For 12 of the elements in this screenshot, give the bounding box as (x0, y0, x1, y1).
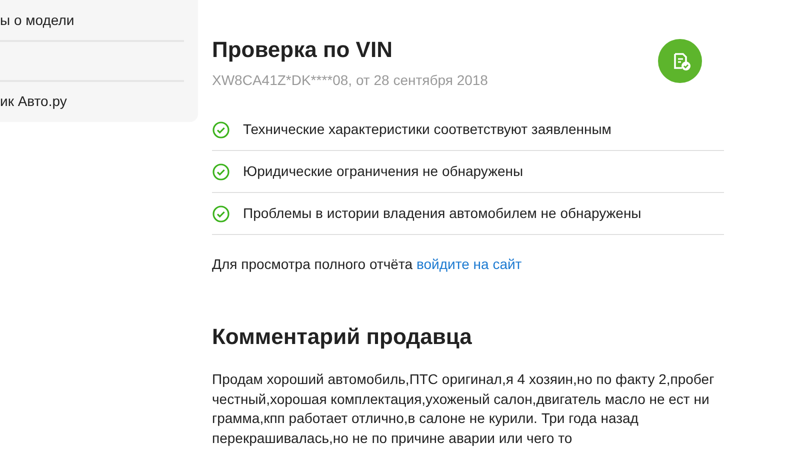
section-title: Комментарий продавца (212, 323, 473, 351)
vin-subtitle: XW8CA41Z*DK****08, от 28 сентября 2018 (212, 71, 488, 90)
report-check-icon (658, 39, 702, 83)
check-result: Проблемы в истории владения автомобилем не обнаружены (243, 204, 642, 223)
report-note: Для просмотра полного отчёта (212, 255, 412, 274)
check-result: Юридические ограничения не обнаружены (243, 162, 524, 181)
sidebar-link[interactable]: ик Авто.ру (0, 90, 67, 112)
check-result: Технические характеристики соответствуют заявленным (243, 120, 612, 139)
section-title: Проверка по VIN (212, 36, 394, 64)
sidebar-link[interactable]: ы о модели (0, 10, 74, 30)
login-link[interactable]: войдите на сайт (416, 254, 522, 275)
comment-text: Продам хороший автомобиль,ПТС оригинал,я 4 хозяин,но по факту 2,пробег честный,хорошая комплектация,ухоженый салон,двигатель масло не ест ни грамма,кпп работает отлично,в салоне не курили. Три года назад перекрашивалась,но не по причине аварии или чего то (212, 370, 716, 448)
